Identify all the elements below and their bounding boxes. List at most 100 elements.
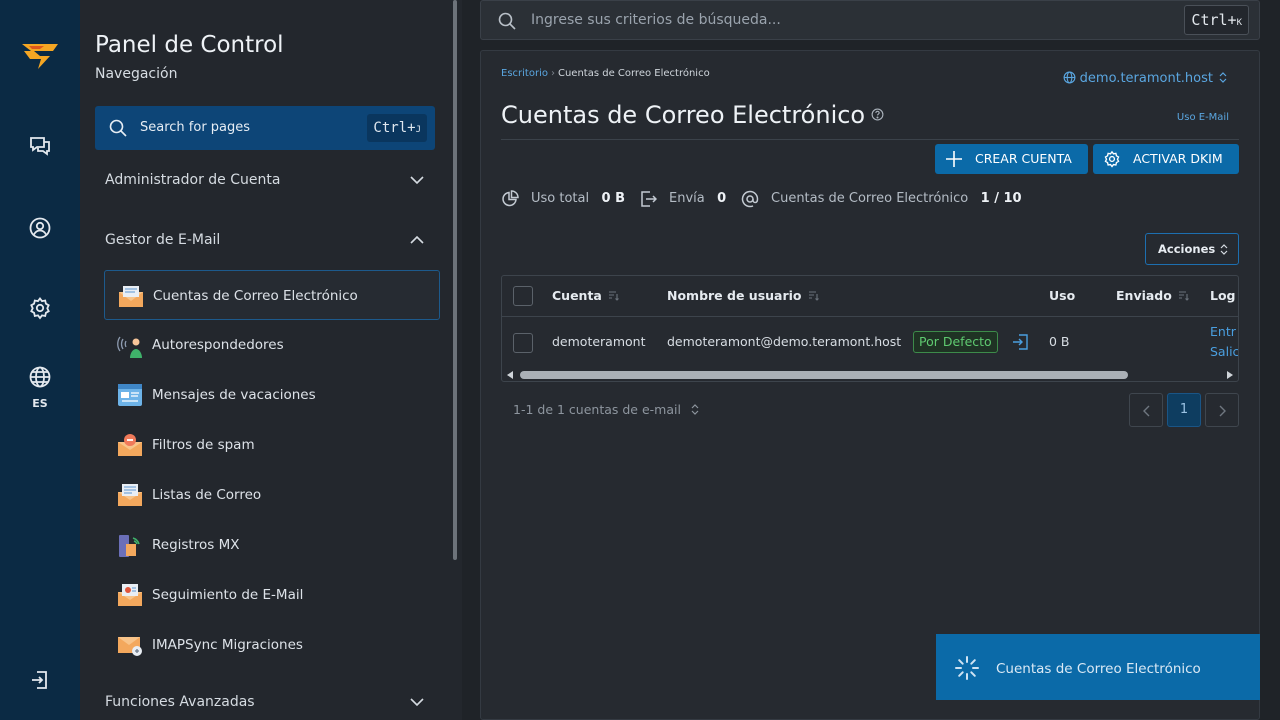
sort-icon bbox=[1178, 291, 1189, 301]
column-label: Enviado bbox=[1116, 288, 1172, 303]
page-title: Cuentas de Correo Electrónico bbox=[501, 101, 884, 129]
accounts-table: Cuenta Nombre de usuario Uso Enviado Log… bbox=[501, 275, 1239, 382]
nav-item-autoresponders[interactable]: Autorespondedores bbox=[104, 320, 440, 370]
scrollbar-thumb[interactable] bbox=[520, 371, 1128, 379]
section-label: Gestor de E-Mail bbox=[105, 232, 221, 248]
chevron-down-icon bbox=[410, 698, 424, 707]
section-email-manager[interactable]: Gestor de E-Mail bbox=[105, 232, 425, 248]
nav-search-button[interactable]: Search for pages Ctrl+J bbox=[95, 106, 435, 150]
search-icon bbox=[109, 119, 127, 137]
section-label: Administrador de Cuenta bbox=[105, 172, 281, 188]
stat-label: Uso total bbox=[531, 191, 590, 206]
activate-dkim-label: ACTIVAR DKIM bbox=[1133, 151, 1223, 166]
nav-item-label: Seguimiento de E-Mail bbox=[152, 587, 304, 603]
cell-account[interactable]: demoteramont bbox=[552, 334, 646, 349]
section-label: Funciones Avanzadas bbox=[105, 694, 255, 710]
global-search-input[interactable]: Ingrese sus criterios de búsqueda... Ctr… bbox=[480, 0, 1260, 40]
stat-label: Envía bbox=[669, 191, 705, 206]
spam-filter-icon bbox=[118, 434, 142, 456]
chevron-up-icon bbox=[410, 235, 424, 244]
nav-item-label: Registros MX bbox=[152, 537, 240, 553]
global-search-shortcut: Ctrl+K bbox=[1184, 5, 1249, 35]
global-search-placeholder: Ingrese sus criterios de búsqueda... bbox=[531, 12, 781, 28]
brand-logo[interactable] bbox=[20, 42, 60, 70]
domain-selector[interactable]: demo.teramont.host bbox=[1063, 71, 1227, 86]
pagination-info[interactable]: 1-1 de 1 cuentas de e-mail bbox=[513, 402, 699, 417]
select-all-checkbox[interactable] bbox=[513, 286, 533, 306]
table-header: Cuenta Nombre de usuario Uso Enviado Log bbox=[502, 276, 1238, 317]
envelope-inbox-icon bbox=[119, 286, 143, 307]
scroll-left-arrow-icon[interactable] bbox=[507, 371, 513, 379]
pagination-info-text: 1-1 de 1 cuentas de e-mail bbox=[513, 402, 681, 417]
email-usage-link[interactable]: Uso E-Mail bbox=[1177, 112, 1229, 123]
nav-item-mailing-lists[interactable]: Listas de Correo bbox=[104, 470, 440, 520]
row-checkbox[interactable] bbox=[513, 333, 533, 353]
chevron-down-icon bbox=[410, 176, 424, 185]
login-icon[interactable] bbox=[1011, 333, 1029, 351]
actions-dropdown[interactable]: Acciones bbox=[1145, 233, 1239, 265]
column-label: Uso bbox=[1049, 288, 1076, 303]
pie-chart-icon bbox=[502, 190, 519, 207]
chat-icon[interactable] bbox=[28, 134, 52, 158]
search-icon bbox=[498, 12, 516, 30]
chevron-updown-icon bbox=[1219, 72, 1227, 83]
nav-item-label: Mensajes de vacaciones bbox=[152, 387, 316, 403]
help-icon[interactable] bbox=[871, 108, 884, 121]
activate-dkim-button[interactable]: ACTIVAR DKIM bbox=[1093, 144, 1239, 174]
column-header-account[interactable]: Cuenta bbox=[552, 288, 619, 303]
nav-item-spam-filters[interactable]: Filtros de spam bbox=[104, 420, 440, 470]
nav-item-email-tracking[interactable]: Seguimiento de E-Mail bbox=[104, 570, 440, 620]
breadcrumb: Escritorio › Cuentas de Correo Electrónico bbox=[501, 68, 710, 79]
create-account-button[interactable]: CREAR CUENTA bbox=[935, 144, 1088, 174]
column-label: Cuenta bbox=[552, 288, 602, 303]
pagination-prev-button[interactable] bbox=[1129, 393, 1163, 427]
user-circle-icon[interactable] bbox=[28, 216, 52, 240]
scroll-right-arrow-icon[interactable] bbox=[1227, 371, 1233, 379]
domain-name: demo.teramont.host bbox=[1079, 71, 1213, 86]
chevron-right-icon bbox=[1219, 405, 1226, 417]
sort-icon bbox=[808, 291, 819, 301]
nav-item-email-accounts[interactable]: Cuentas de Correo Electrónico bbox=[104, 270, 440, 320]
chevron-updown-icon bbox=[1220, 244, 1228, 255]
stat-value: 0 B bbox=[601, 191, 625, 206]
create-account-label: CREAR CUENTA bbox=[975, 151, 1072, 166]
nav-item-label: IMAPSync Migraciones bbox=[152, 637, 303, 653]
gear-icon[interactable] bbox=[28, 296, 52, 320]
loading-toast: Cuentas de Correo Electrónico bbox=[936, 634, 1260, 700]
breadcrumb-home-link[interactable]: Escritorio bbox=[501, 68, 548, 79]
language-code[interactable]: ES bbox=[0, 397, 80, 410]
nav-search-shortcut: Ctrl+J bbox=[367, 114, 427, 142]
nav-item-mx-records[interactable]: Registros MX bbox=[104, 520, 440, 570]
column-header-usage[interactable]: Uso bbox=[1049, 288, 1075, 303]
navigation-panel: Panel de Control Navegación Search for p… bbox=[80, 0, 462, 720]
nav-item-vacation-messages[interactable]: Mensajes de vacaciones bbox=[104, 370, 440, 420]
email-tracking-icon bbox=[118, 584, 142, 606]
nav-item-imapsync[interactable]: IMAPSync Migraciones bbox=[104, 620, 440, 670]
section-advanced-functions[interactable]: Funciones Avanzadas bbox=[105, 694, 425, 710]
pagination-page-current[interactable]: 1 bbox=[1167, 393, 1201, 427]
breadcrumb-current: Cuentas de Correo Electrónico bbox=[557, 68, 710, 79]
column-header-log[interactable]: Log bbox=[1210, 288, 1236, 303]
pagination-next-button[interactable] bbox=[1205, 393, 1239, 427]
globe-icon bbox=[1063, 71, 1076, 84]
nav-subtitle: Navegación bbox=[95, 66, 178, 82]
column-header-sent[interactable]: Enviado bbox=[1116, 288, 1189, 303]
log-out-link[interactable]: Salic bbox=[1210, 344, 1238, 359]
logout-icon[interactable] bbox=[28, 668, 52, 692]
globe-icon[interactable] bbox=[28, 365, 52, 389]
send-out-icon bbox=[641, 191, 657, 207]
plus-icon bbox=[946, 151, 962, 167]
log-in-link[interactable]: Entr bbox=[1210, 324, 1236, 339]
nav-scrollbar[interactable] bbox=[453, 0, 457, 560]
column-header-username[interactable]: Nombre de usuario bbox=[667, 288, 819, 303]
imapsync-icon bbox=[118, 637, 142, 656]
divider bbox=[501, 139, 1239, 140]
table-horizontal-scrollbar[interactable] bbox=[502, 368, 1238, 381]
section-account-admin[interactable]: Administrador de Cuenta bbox=[105, 172, 425, 188]
at-sign-icon bbox=[741, 190, 759, 208]
stat-label: Cuentas de Correo Electrónico bbox=[771, 191, 969, 206]
main-content: Escritorio › Cuentas de Correo Electrónico… bbox=[480, 50, 1260, 720]
default-badge: Por Defecto bbox=[913, 331, 998, 353]
column-label: Nombre de usuario bbox=[667, 288, 802, 303]
nav-item-label: Autorespondedores bbox=[152, 337, 284, 353]
